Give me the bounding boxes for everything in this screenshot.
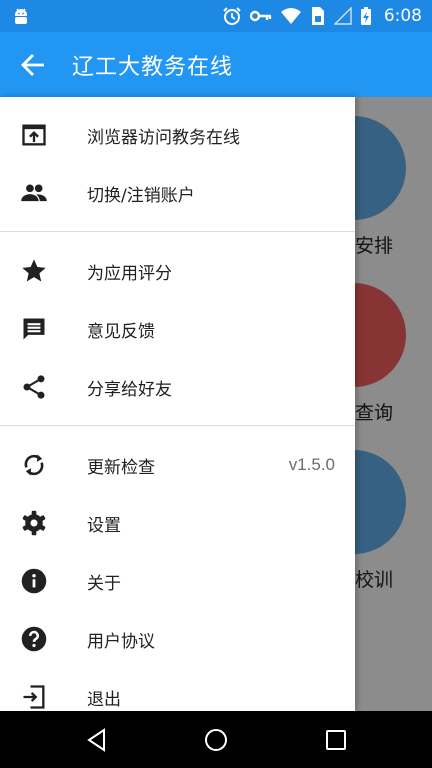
drawer-item-check-update[interactable]: 更新检查 v1.5.0	[0, 436, 355, 494]
sync-icon	[24, 454, 44, 476]
navigation-drawer: 浏览器访问教务在线 切换/注销账户 为应用评分 意见反馈 分享给好友 更新检查 …	[0, 97, 355, 711]
star-icon	[22, 259, 46, 282]
drawer-item-user-agreement[interactable]: 用户协议	[0, 610, 355, 668]
system-nav-bar	[0, 711, 432, 768]
drawer-item-label: 为应用评分	[87, 263, 172, 284]
open-in-browser-icon	[22, 124, 46, 146]
status-time: 6:08	[383, 6, 422, 26]
app-title: 辽工大教务在线	[72, 55, 234, 80]
help-icon	[21, 626, 47, 652]
people-icon	[21, 184, 47, 202]
app-bar: 辽工大教务在线	[0, 32, 432, 97]
back-triangle-icon[interactable]	[84, 727, 110, 753]
android-icon	[15, 8, 27, 24]
drawer-item-label: 意见反馈	[87, 321, 155, 342]
drawer-item-label: 关于	[87, 573, 121, 594]
drawer-item-share[interactable]: 分享给好友	[0, 358, 355, 416]
signal-icon	[333, 7, 352, 25]
arrow-back-icon[interactable]	[20, 52, 46, 78]
drawer-divider	[0, 425, 355, 426]
drawer-item-about[interactable]: 关于	[0, 552, 355, 610]
drawer-item-feedback[interactable]: 意见反馈	[0, 300, 355, 358]
feedback-icon	[23, 318, 45, 340]
battery-charging-icon	[360, 7, 371, 25]
drawer-item-label: 用户协议	[87, 631, 155, 652]
key-icon	[249, 10, 272, 22]
home-circle-icon[interactable]	[203, 727, 229, 753]
status-bar: 6:08	[0, 0, 432, 32]
drawer-item-rate-app[interactable]: 为应用评分	[0, 242, 355, 300]
wifi-icon	[280, 8, 301, 24]
sim-icon	[311, 7, 324, 25]
drawer-item-label: 分享给好友	[87, 379, 172, 400]
exit-icon	[23, 685, 45, 709]
drawer-item-settings[interactable]: 设置	[0, 494, 355, 552]
drawer-item-label: 更新检查	[87, 457, 155, 478]
drawer-item-open-in-browser[interactable]: 浏览器访问教务在线	[0, 106, 355, 164]
drawer-item-switch-account[interactable]: 切换/注销账户	[0, 164, 355, 222]
alarm-icon	[223, 7, 241, 25]
recents-square-icon[interactable]	[323, 727, 349, 753]
app-version: v1.5.0	[288, 455, 335, 474]
drawer-item-label: 切换/注销账户	[87, 185, 195, 206]
drawer-item-label: 浏览器访问教务在线	[87, 127, 240, 148]
drawer-divider	[0, 231, 355, 232]
info-icon	[21, 568, 47, 594]
drawer-item-label: 退出	[87, 689, 121, 710]
share-icon	[23, 375, 45, 399]
drawer-item-label: 设置	[87, 515, 121, 536]
settings-gear-icon	[22, 510, 46, 536]
